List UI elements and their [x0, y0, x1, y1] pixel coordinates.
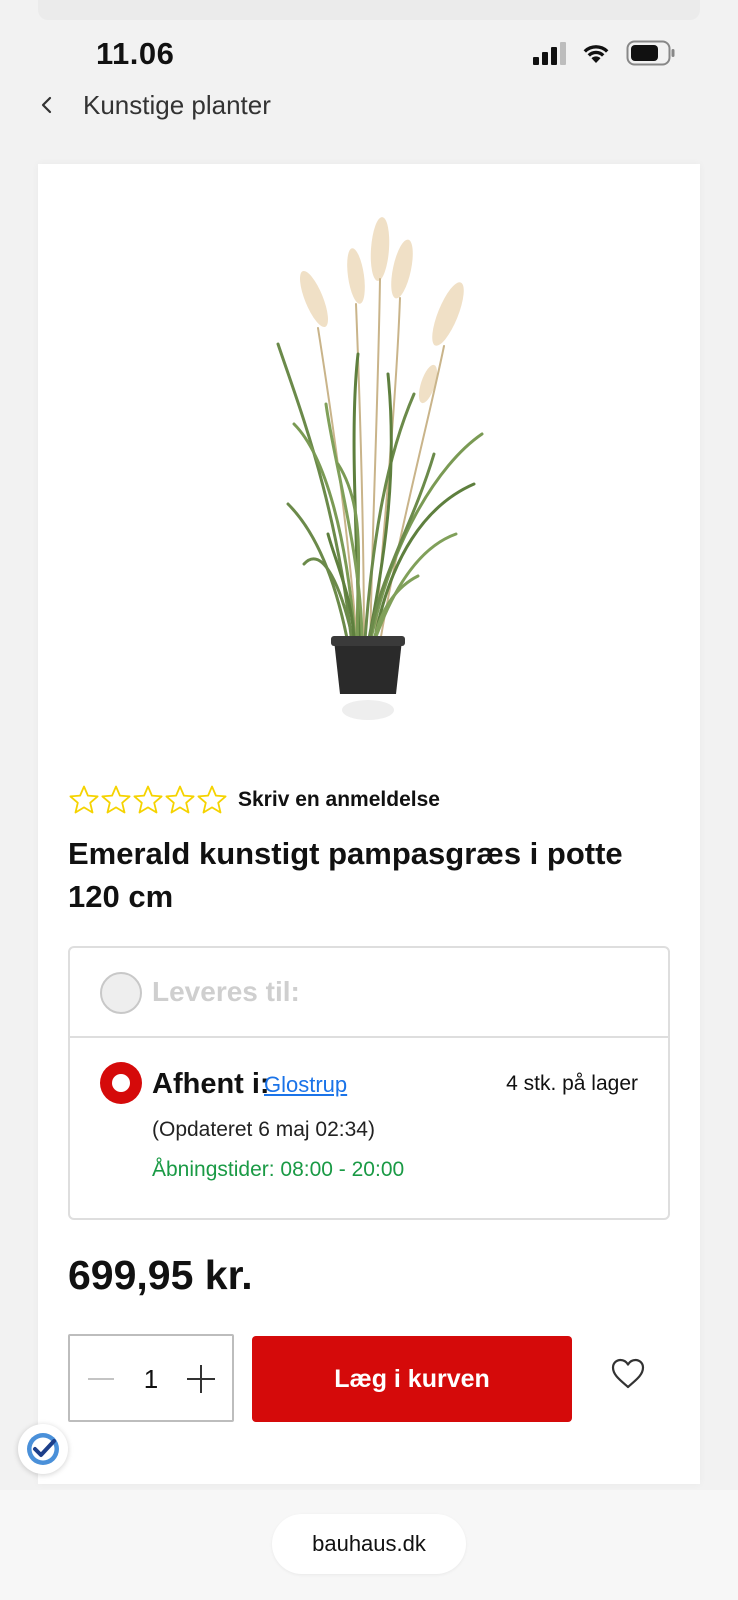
nav-bar: Kunstige planter: [0, 84, 738, 128]
browser-bottom-bar: bauhaus.dk: [0, 1490, 738, 1600]
star-outline-icon: [69, 785, 99, 814]
star-outline-icon: [101, 785, 131, 814]
breadcrumb-title[interactable]: Kunstige planter: [83, 90, 271, 121]
write-review-link[interactable]: Skriv en anmeldelse: [238, 788, 440, 812]
delivery-option-pickup[interactable]: Afhent i: Glostrup 4 stk. på lager (Opda…: [70, 1040, 668, 1220]
store-link[interactable]: Glostrup: [264, 1072, 347, 1098]
quantity-stepper: 1: [68, 1334, 234, 1422]
delivery-options: Leveres til: Afhent i: Glostrup 4 stk. p…: [68, 946, 670, 1220]
battery-icon: [626, 40, 675, 66]
star-outline-icon: [197, 785, 227, 814]
chevron-left-icon[interactable]: [34, 88, 64, 122]
radio-unselected-icon[interactable]: [100, 972, 142, 1014]
cellular-signal-icon: [533, 41, 566, 65]
product-title: Emerald kunstigt pampasgræs i potte 120 …: [68, 836, 623, 914]
delivery-option-ship[interactable]: Leveres til:: [70, 948, 668, 1038]
trust-badge[interactable]: [18, 1424, 68, 1474]
status-bar: 11.06: [0, 30, 738, 80]
ship-label: Leveres til:: [152, 976, 300, 1007]
previous-sheet-edge: [38, 0, 700, 20]
wifi-icon: [583, 45, 609, 63]
opening-hours: Åbningstider: 08:00 - 20:00: [152, 1158, 405, 1181]
status-time: 11.06: [96, 36, 175, 71]
status-icons: [533, 40, 676, 66]
heart-icon[interactable]: [610, 1356, 646, 1392]
product-card: Skriv en anmeldelse Emerald kunstigt pam…: [38, 164, 700, 1484]
rating-stars[interactable]: [68, 784, 228, 816]
stock-updated-time: (Opdateret 6 maj 02:34): [152, 1118, 375, 1141]
plus-icon[interactable]: [184, 1362, 218, 1396]
pampas-grass-plant-image: [276, 217, 484, 720]
verified-check-icon: [27, 1433, 59, 1465]
url-bar[interactable]: bauhaus.dk: [272, 1514, 466, 1574]
radio-selected-icon[interactable]: [100, 1062, 142, 1104]
rating-row: Skriv en anmeldelse: [68, 784, 440, 816]
add-to-cart-button[interactable]: Læg i kurven: [252, 1336, 572, 1422]
product-price: 699,95 kr.: [68, 1252, 253, 1298]
star-outline-icon: [165, 785, 195, 814]
star-outline-icon: [133, 785, 163, 814]
stock-status: 4 stk. på lager: [506, 1072, 638, 1095]
pickup-label: Afhent i:: [152, 1068, 270, 1100]
